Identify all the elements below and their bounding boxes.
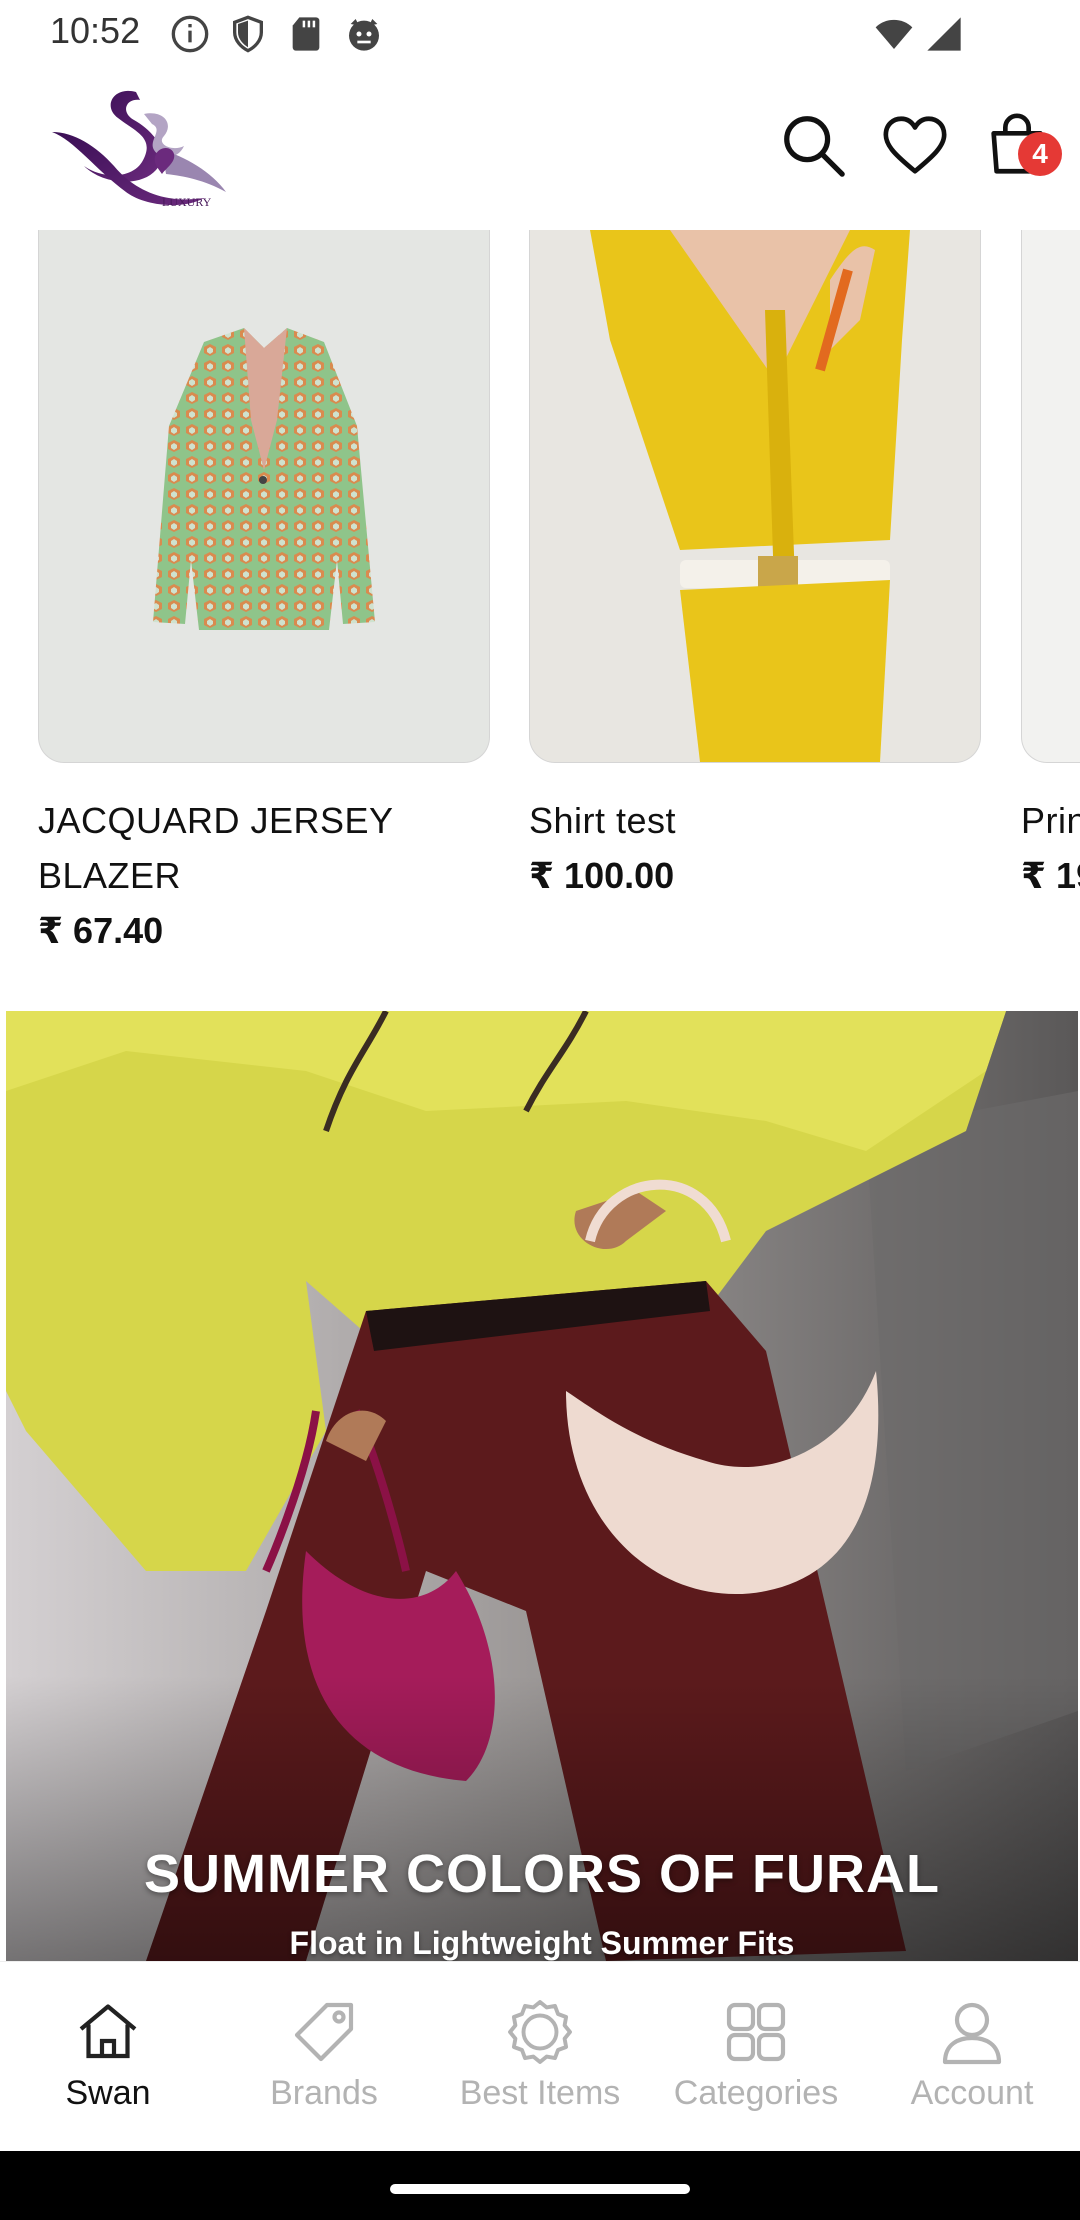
nav-item-account[interactable]: Account — [864, 1962, 1080, 2152]
status-time: 10:52 — [50, 10, 141, 51]
nav-item-swan[interactable]: Swan — [0, 1962, 216, 2152]
grid-icon — [726, 2002, 786, 2062]
nav-label: Swan — [65, 2074, 151, 2112]
status-right-icons — [874, 14, 964, 54]
promo-banner[interactable]: SUMMER COLORS OF FURAL Float in Lightwei… — [6, 1011, 1078, 1961]
search-button[interactable] — [774, 106, 852, 184]
banner-image — [6, 1011, 1078, 1961]
wifi-icon — [875, 19, 913, 49]
system-gesture-bar — [0, 2151, 1080, 2220]
nav-item-best-items[interactable]: Best Items — [432, 1962, 648, 2152]
nav-label: Categories — [673, 2074, 839, 2112]
shield-icon — [233, 15, 263, 53]
sd-card-icon — [292, 17, 320, 51]
product-name[interactable]: Prin — [1021, 793, 1080, 848]
product-card[interactable]: Shirt test ₹ 100.00 — [529, 230, 981, 903]
banner-subtitle: Float in Lightweight Summer Fits — [289, 1925, 795, 1961]
product-card[interactable]: Prin ₹ 19 — [1021, 230, 1080, 903]
wishlist-button[interactable] — [876, 106, 954, 184]
badge-icon — [508, 2000, 572, 2064]
bottom-nav: Swan Brands Best Items Categories Accoun… — [0, 1961, 1080, 2152]
tag-icon — [294, 2002, 354, 2062]
product-name[interactable]: JACQUARD JERSEY BLAZER — [38, 793, 490, 903]
user-icon — [942, 2002, 1002, 2065]
product-card[interactable]: JACQUARD JERSEY BLAZER ₹ 67.40 — [38, 230, 490, 958]
nav-label: Brands — [270, 2074, 378, 2112]
signal-icon — [927, 17, 961, 51]
product-price: ₹ 67.40 — [38, 910, 164, 951]
product-image[interactable] — [529, 230, 981, 763]
yellow-outfit-image — [530, 230, 980, 762]
home-gesture-handle[interactable] — [390, 2184, 690, 2194]
nav-label: Best Items — [459, 2074, 621, 2112]
svg-text:LUXURY: LUXURY — [162, 195, 212, 209]
nav-item-categories[interactable]: Categories — [648, 1962, 864, 2152]
heart-icon — [883, 116, 947, 174]
search-icon — [784, 116, 845, 177]
status-bar: 10:52 — [0, 0, 1080, 66]
cat-face-icon — [349, 19, 379, 51]
status-icons — [170, 14, 384, 54]
swan-logo[interactable]: LUXURY — [44, 80, 254, 220]
cart-button[interactable]: 4 — [978, 106, 1062, 184]
info-icon — [171, 15, 209, 53]
product-price: ₹ 19 — [1021, 855, 1080, 896]
top-app-bar: LUXURY 4 — [0, 66, 1080, 230]
product-image[interactable] — [38, 230, 490, 763]
product-carousel[interactable]: JACQUARD JERSEY BLAZER ₹ 67.40 Shirt tes… — [0, 230, 1080, 970]
nav-item-brands[interactable]: Brands — [216, 1962, 432, 2152]
product-name[interactable]: Shirt test — [529, 793, 981, 848]
cart-count-badge: 4 — [1018, 132, 1062, 176]
nav-label: Account — [910, 2074, 1034, 2112]
blazer-image — [153, 328, 375, 630]
home-icon — [79, 2004, 137, 2059]
product-price: ₹ 100.00 — [529, 855, 675, 896]
banner-title: SUMMER COLORS OF FURAL — [144, 1844, 940, 1904]
product-image[interactable] — [1021, 230, 1080, 763]
top-actions: 4 — [774, 106, 1062, 184]
